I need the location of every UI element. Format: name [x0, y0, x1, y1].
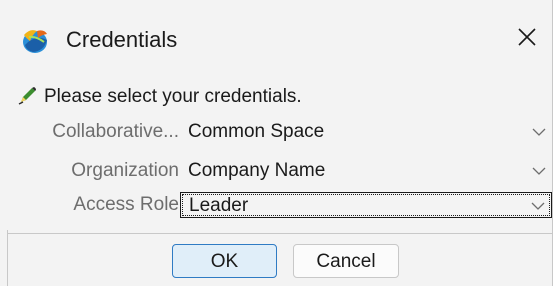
pencil-icon: [18, 85, 38, 110]
ok-button[interactable]: OK: [172, 244, 277, 278]
chevron-down-icon[interactable]: [532, 125, 546, 139]
collaborative-space-value: Common Space: [188, 121, 325, 142]
chevron-down-icon[interactable]: [532, 164, 546, 178]
organization-select[interactable]: Company Name: [180, 158, 552, 184]
title-bar[interactable]: Credentials: [0, 0, 552, 78]
collaborative-space-row: Collaborative... Common Space: [0, 119, 552, 145]
instruction: Please select your credentials.: [18, 84, 302, 110]
credentials-dialog: Credentials Please select your credentia…: [0, 0, 553, 286]
access-role-row: Access Role Leader: [0, 192, 552, 218]
organization-value: Company Name: [188, 160, 326, 181]
access-role-label: Access Role: [73, 194, 179, 215]
app-logo-icon: [20, 25, 50, 55]
window-title: Credentials: [66, 27, 178, 52]
dialog-body: Please select your credentials. Collabor…: [0, 78, 552, 286]
close-icon: [517, 27, 537, 52]
cancel-button[interactable]: Cancel: [293, 244, 399, 278]
instruction-text: Please select your credentials.: [44, 86, 302, 107]
organization-row: Organization Company Name: [0, 158, 552, 184]
panel-edge: [7, 230, 8, 286]
access-role-value: Leader: [189, 195, 249, 216]
access-role-select[interactable]: Leader: [180, 192, 552, 218]
collaborative-space-select[interactable]: Common Space: [180, 119, 552, 145]
close-button[interactable]: [510, 22, 544, 56]
organization-label: Organization: [71, 160, 179, 181]
chevron-down-icon[interactable]: [531, 199, 545, 213]
collaborative-space-label: Collaborative...: [52, 121, 179, 142]
divider: [8, 233, 552, 234]
